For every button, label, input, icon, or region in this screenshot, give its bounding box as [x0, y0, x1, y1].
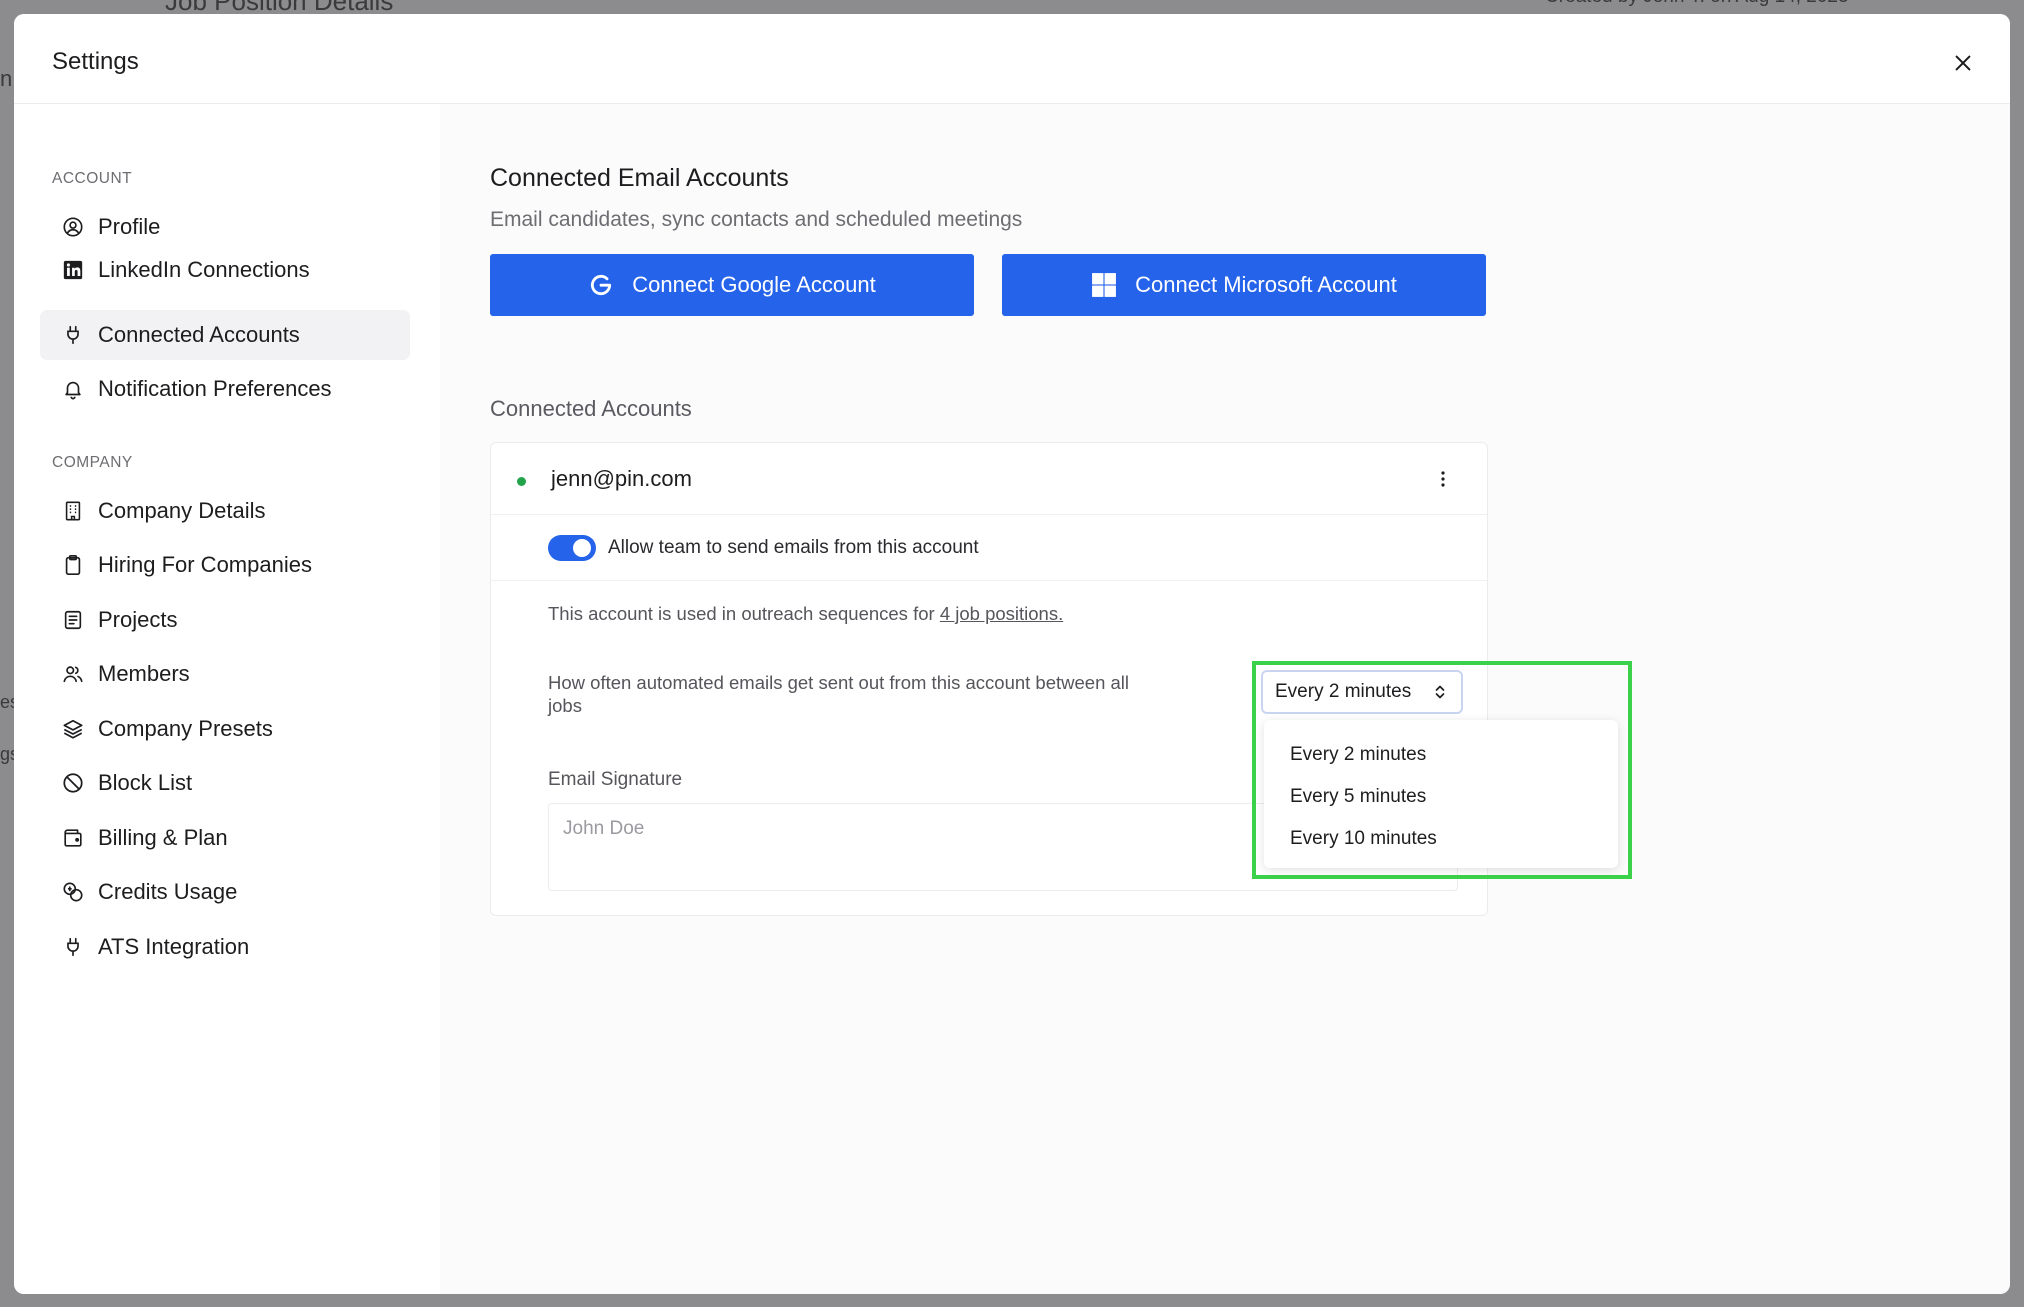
sidebar-item-label: LinkedIn Connections: [98, 257, 310, 282]
sidebar-item-label: Credits Usage: [98, 879, 238, 904]
google-icon: [588, 272, 614, 298]
clipboard-icon: [62, 554, 84, 576]
connect-google-label: Connect Google Account: [632, 272, 876, 297]
signature-label: Email Signature: [548, 769, 683, 790]
sidebar-item-label: Projects: [98, 607, 178, 632]
frequency-option-2-minutes[interactable]: Every 2 minutes: [1264, 734, 1618, 776]
frequency-dropdown: Every 2 minutes Every 5 minutes Every 10…: [1264, 720, 1618, 868]
section-label-account: ACCOUNT: [52, 170, 133, 187]
sidebar-item-label: Company Details: [98, 498, 266, 523]
team-send-toggle-label: Allow team to send emails from this acco…: [608, 537, 979, 558]
microsoft-icon: [1091, 272, 1117, 298]
connected-accounts-label: Connected Accounts: [490, 396, 692, 421]
team-send-toggle-row: Allow team to send emails from this acco…: [491, 515, 1487, 581]
sidebar-item-label: Notification Preferences: [98, 376, 332, 401]
plug-icon: [62, 936, 84, 958]
bell-icon: [62, 378, 84, 400]
sidebar-item-company-presets[interactable]: Company Presets: [40, 704, 410, 754]
usage-prefix: This account is used in outreach sequenc…: [548, 603, 940, 624]
close-button[interactable]: [1946, 46, 1980, 80]
background-fragment: n: [0, 66, 13, 91]
sidebar-item-notification-preferences[interactable]: Notification Preferences: [40, 364, 410, 414]
sidebar-item-billing-plan[interactable]: Billing & Plan: [40, 813, 410, 863]
sidebar-item-label: Billing & Plan: [98, 825, 228, 850]
sidebar-item-block-list[interactable]: Block List: [40, 758, 410, 808]
sidebar-item-ats-integration[interactable]: ATS Integration: [40, 922, 410, 972]
sidebar-item-label: Profile: [98, 214, 161, 239]
settings-content: Connected Email Accounts Email candidate…: [440, 104, 2010, 1294]
list-doc-icon: [62, 609, 84, 631]
building-icon: [62, 500, 84, 522]
sidebar-item-projects[interactable]: Projects: [40, 595, 410, 645]
section-label-company: COMPANY: [52, 454, 133, 471]
sidebar-item-connected-accounts[interactable]: Connected Accounts: [40, 310, 410, 360]
connect-microsoft-button[interactable]: Connect Microsoft Account: [1002, 254, 1486, 316]
account-header: jenn@pin.com: [491, 443, 1487, 515]
sidebar-item-label: Connected Accounts: [98, 322, 300, 347]
layers-icon: [62, 718, 84, 740]
chevron-up-down-icon: [1435, 685, 1445, 699]
team-send-toggle[interactable]: [548, 535, 596, 561]
frequency-option-10-minutes[interactable]: Every 10 minutes: [1264, 818, 1618, 860]
sidebar-item-label: ATS Integration: [98, 934, 250, 959]
more-options-button[interactable]: [1433, 469, 1453, 489]
linkedin-icon: [62, 259, 84, 281]
background-meta: Created by John Y. on Aug 14, 2023: [1545, 0, 1849, 8]
sidebar-item-credits-usage[interactable]: Credits Usage: [40, 867, 410, 917]
close-icon: [1955, 55, 1971, 71]
sidebar-item-label: Hiring For Companies: [98, 552, 312, 577]
users-icon: [62, 663, 84, 685]
status-dot: [517, 477, 526, 486]
kebab-icon: [1441, 471, 1445, 487]
sidebar-item-label: Block List: [98, 770, 193, 795]
job-positions-link[interactable]: 4 job positions.: [940, 603, 1063, 624]
sidebar-item-members[interactable]: Members: [40, 649, 410, 699]
sidebar-item-hiring-for-companies[interactable]: Hiring For Companies: [40, 540, 410, 590]
sidebar-item-label: Members: [98, 661, 190, 686]
frequency-selected-value: Every 2 minutes: [1275, 681, 1412, 702]
modal-header: Settings: [14, 14, 2010, 104]
sidebar-item-label: Company Presets: [98, 716, 273, 741]
plug-icon: [62, 324, 84, 346]
usage-text: This account is used in outreach sequenc…: [548, 603, 1063, 625]
sidebar-item-linkedin-connections[interactable]: LinkedIn Connections: [40, 245, 410, 295]
settings-sidebar: ACCOUNT Profile LinkedIn Connections Con…: [14, 104, 440, 1294]
settings-modal: Settings ACCOUNT Profile LinkedIn Connec…: [14, 14, 2010, 1294]
ban-icon: [62, 772, 84, 794]
frequency-option-5-minutes[interactable]: Every 5 minutes: [1264, 776, 1618, 818]
coins-icon: [62, 881, 84, 903]
account-email: jenn@pin.com: [551, 466, 692, 491]
frequency-select[interactable]: Every 2 minutes: [1261, 670, 1463, 714]
frequency-label: How often automated emails get sent out …: [548, 672, 1130, 716]
page-subtitle: Email candidates, sync contacts and sche…: [490, 208, 1023, 231]
user-circle-icon: [62, 216, 84, 238]
page-title: Connected Email Accounts: [490, 164, 789, 192]
toggle-knob: [573, 539, 591, 557]
connect-microsoft-label: Connect Microsoft Account: [1135, 272, 1397, 297]
connect-google-button[interactable]: Connect Google Account: [490, 254, 974, 316]
modal-title: Settings: [52, 48, 139, 75]
sidebar-item-company-details[interactable]: Company Details: [40, 486, 410, 536]
wallet-icon: [62, 827, 84, 849]
